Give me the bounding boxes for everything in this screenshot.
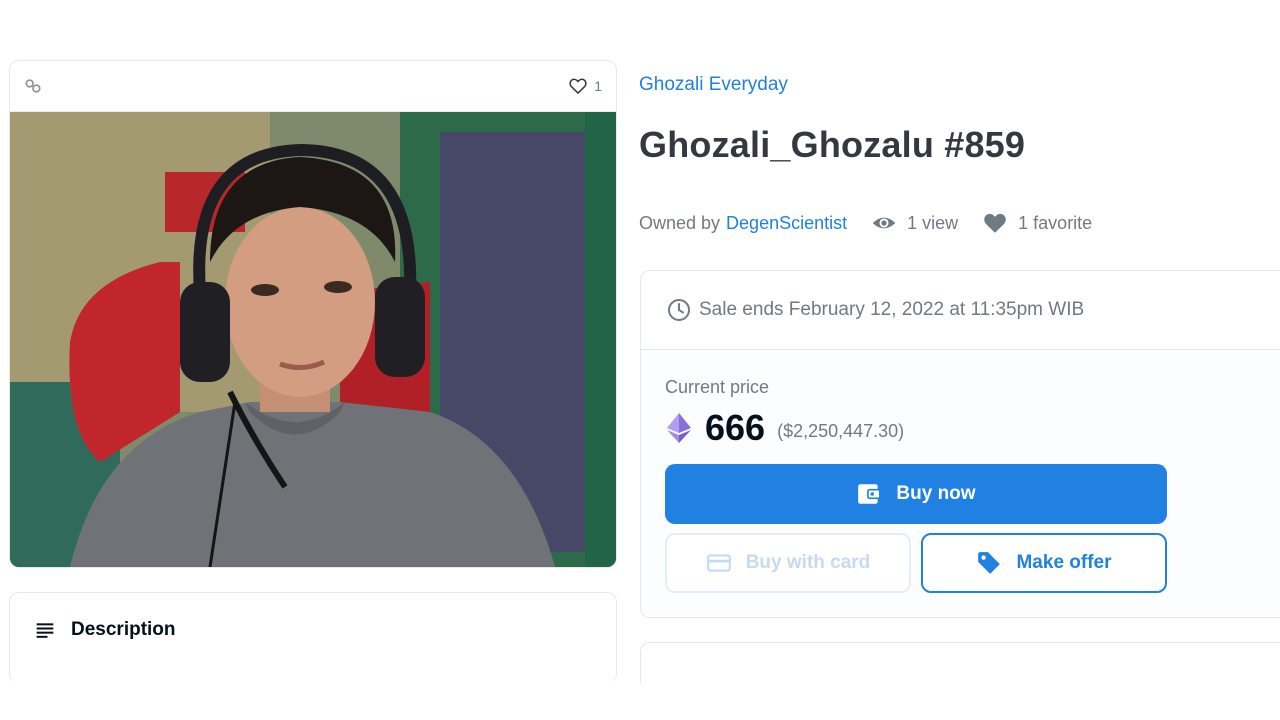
buy-now-button[interactable]: Buy now xyxy=(665,464,1167,524)
views-stat: 1 view xyxy=(871,210,958,236)
sale-end-row: Sale ends February 12, 2022 at 11:35pm W… xyxy=(667,298,1084,322)
description-label: Description xyxy=(71,619,176,640)
media-card-header: 1 xyxy=(10,61,616,112)
price-usd: ($2,250,447.30) xyxy=(777,420,905,441)
text-lines-icon xyxy=(36,623,54,638)
owner-link[interactable]: DegenScientist xyxy=(726,213,847,234)
favorite-toggle[interactable]: 1 xyxy=(568,76,602,96)
price-value: 666 xyxy=(705,407,766,448)
favorites-count: 1 favorite xyxy=(1018,212,1093,233)
views-count: 1 view xyxy=(907,212,959,233)
owned-by-label: Owned by xyxy=(639,212,721,233)
description-header[interactable]: Description xyxy=(35,619,176,641)
tag-icon xyxy=(978,552,1001,574)
sale-end-text: Sale ends February 12, 2022 at 11:35pm W… xyxy=(699,299,1085,320)
wallet-icon xyxy=(858,484,882,504)
clock-icon xyxy=(668,299,690,321)
nft-portrait-photo xyxy=(10,112,616,567)
eye-icon xyxy=(872,217,896,229)
trade-panel: Sale ends February 12, 2022 at 11:35pm W… xyxy=(640,270,1280,618)
make-offer-button[interactable]: Make offer xyxy=(921,533,1167,593)
sale-end-header: Sale ends February 12, 2022 at 11:35pm W… xyxy=(641,271,1280,350)
price-row: 666 ($2,250,447.30) xyxy=(667,407,904,449)
nft-image[interactable] xyxy=(10,112,616,567)
item-title: Ghozali_Ghozalu #859 xyxy=(639,124,1026,165)
link-icon[interactable] xyxy=(23,76,43,96)
make-offer-label: Make offer xyxy=(1016,552,1112,573)
nft-media-card: 1 xyxy=(9,60,617,568)
description-panel[interactable]: Description xyxy=(9,592,617,683)
favorites-stat: 1 favorite xyxy=(982,210,1092,236)
item-meta-row: Owned by DegenScientist 1 view 1 favorit… xyxy=(639,210,1092,236)
credit-card-icon xyxy=(706,554,731,572)
next-panel-edge xyxy=(640,642,1280,683)
buy-with-card-button[interactable]: Buy with card xyxy=(665,533,911,593)
heart-outline-icon xyxy=(569,78,587,94)
favorite-count: 1 xyxy=(594,78,602,94)
heart-filled-icon xyxy=(984,213,1006,233)
buy-now-label: Buy now xyxy=(896,483,976,504)
current-price-label: Current price xyxy=(665,377,770,397)
collection-link[interactable]: Ghozali Everyday xyxy=(639,74,788,96)
buy-with-card-label: Buy with card xyxy=(745,552,871,573)
ethereum-icon xyxy=(667,413,691,443)
